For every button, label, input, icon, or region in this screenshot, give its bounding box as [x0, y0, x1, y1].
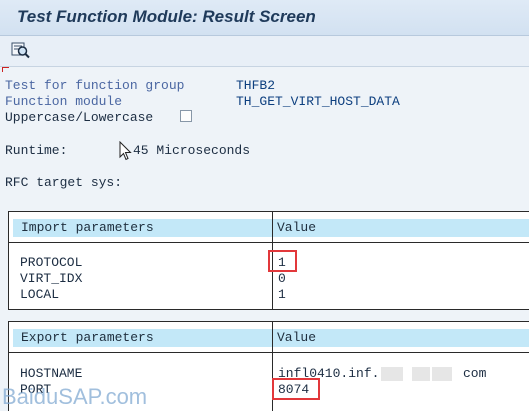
highlight-box	[272, 378, 320, 400]
param-value[interactable]: 1	[278, 287, 286, 302]
redacted-block	[381, 367, 403, 381]
function-module-value: TH_GET_VIRT_HOST_DATA	[236, 94, 400, 109]
application-toolbar	[0, 36, 529, 67]
import-parameters-table: Import parameters Value PROTOCOL 1 VIRT_…	[8, 211, 529, 310]
mouse-cursor	[119, 140, 133, 161]
header-separator	[9, 352, 529, 353]
pointer-icon	[119, 140, 132, 161]
runtime-label: Runtime:	[5, 143, 68, 158]
window-title: Test Function Module: Result Screen	[17, 7, 316, 26]
export-col-value-header: Value	[277, 330, 317, 345]
export-col-name-header: Export parameters	[21, 330, 154, 345]
corner-marker	[2, 67, 9, 72]
function-module-label: Function module	[5, 94, 123, 109]
param-name: LOCAL	[20, 287, 60, 302]
runtime-value: 45 Microseconds	[133, 143, 251, 158]
header-separator	[9, 242, 529, 243]
import-col-value-header: Value	[277, 220, 317, 235]
rfc-target-label: RFC target sys:	[5, 175, 123, 190]
import-table-header: Import parameters Value	[13, 219, 529, 237]
case-label: Uppercase/Lowercase	[5, 110, 154, 125]
highlight-box	[268, 250, 297, 272]
export-table-header: Export parameters Value	[13, 329, 529, 347]
param-name: HOSTNAME	[20, 366, 83, 381]
redacted-block	[412, 367, 430, 381]
function-group-value: THFB2	[236, 78, 276, 93]
param-value[interactable]: 0	[278, 271, 286, 286]
function-group-label: Test for function group	[5, 78, 185, 93]
title-bar: Test Function Module: Result Screen	[0, 0, 529, 36]
import-col-name-header: Import parameters	[21, 220, 154, 235]
watermark-text: BaiduSAP.com	[2, 384, 148, 409]
display-detail-button[interactable]	[11, 41, 31, 59]
hostname-value-suffix[interactable]: com	[463, 366, 486, 381]
case-checkbox[interactable]	[180, 110, 192, 122]
param-name: VIRT_IDX	[20, 271, 83, 286]
redacted-block	[432, 367, 452, 381]
param-name: PROTOCOL	[20, 255, 83, 270]
display-detail-icon	[11, 42, 30, 59]
